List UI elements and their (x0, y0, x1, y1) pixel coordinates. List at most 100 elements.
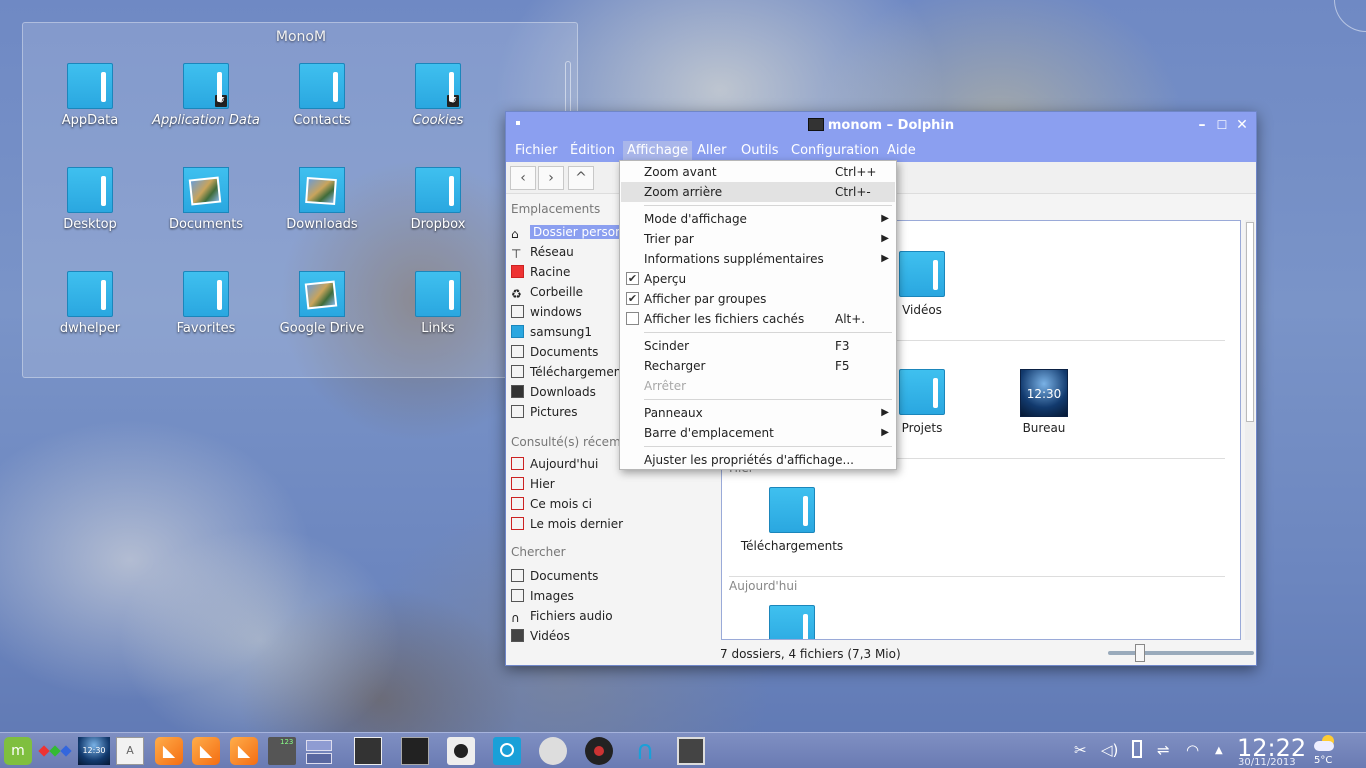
recent-last-month[interactable]: Le mois dernier (511, 517, 623, 531)
rss-feed-icon[interactable]: ◣ (155, 737, 183, 765)
file-item-partial[interactable] (732, 605, 852, 639)
clock-widget-icon[interactable]: 12:30 (78, 737, 110, 765)
window-titlebar[interactable]: monom – Dolphin – ☐ ✕ (506, 112, 1256, 140)
menu-item-zoom-avant[interactable]: Zoom avant Ctrl++ (621, 162, 895, 182)
place-windows[interactable]: windows (511, 305, 582, 319)
search-images[interactable]: Images (511, 589, 574, 603)
bureau-icon: 12:30 (1020, 369, 1068, 417)
monitor-task-icon[interactable] (677, 737, 705, 765)
affichage-menu: Zoom avant Ctrl++ Zoom arrière Ctrl+- Mode… (619, 160, 897, 470)
desktop-icon-cookies[interactable]: ↺ Cookies (383, 63, 493, 128)
browser-task-icon[interactable] (493, 737, 521, 765)
settings-task-icon[interactable] (539, 737, 567, 765)
menu-item-fichiers-caches[interactable]: Afficher les fichiers cachés Alt+. (621, 309, 895, 329)
desktop-pager-icon[interactable] (38, 737, 72, 765)
maximize-button[interactable]: ☐ (1214, 117, 1230, 133)
menu-item-zoom-arriere[interactable]: Zoom arrière Ctrl+- (621, 182, 895, 202)
file-view-scrollbar[interactable] (1245, 220, 1255, 640)
menu-item-scinder[interactable]: Scinder F3 (621, 336, 895, 356)
file-item-telechargements[interactable]: Téléchargements (732, 487, 852, 553)
menu-item-informations[interactable]: Informations supplémentaires ▶ (621, 249, 895, 269)
close-button[interactable]: ✕ (1234, 117, 1250, 133)
volume-icon[interactable]: ◁) (1101, 741, 1118, 759)
desktop-icon-appdata[interactable]: AppData (35, 63, 145, 128)
search-documents[interactable]: Documents (511, 569, 598, 583)
rss-feed-icon[interactable]: ◣ (192, 737, 220, 765)
folder-icon (899, 251, 945, 297)
up-button[interactable]: ^ (568, 166, 594, 190)
desktop-icon-dropbox[interactable]: Dropbox (383, 167, 493, 232)
folder-icon (183, 271, 229, 317)
checkbox-unchecked-icon[interactable] (626, 312, 639, 325)
battery-icon[interactable] (1132, 740, 1142, 758)
desktop-corner-toolbox[interactable] (1334, 0, 1366, 32)
menu-item-barre-emplacement[interactable]: Barre d'emplacement ▶ (621, 423, 895, 443)
dolphin-task-icon[interactable] (354, 737, 382, 765)
menu-item-mode-affichage[interactable]: Mode d'affichage ▶ (621, 209, 895, 229)
file-item-bureau[interactable]: 12:30 Bureau (984, 369, 1104, 435)
menu-item-afficher-groupes[interactable]: ✔ Afficher par groupes (621, 289, 895, 309)
search-audio[interactable]: ∩ Fichiers audio (511, 609, 613, 625)
checkbox-checked-icon[interactable]: ✔ (626, 272, 639, 285)
menu-edition[interactable]: Édition (570, 143, 615, 158)
desktop-icon-documents[interactable]: Documents (151, 167, 261, 232)
checkbox-checked-icon[interactable]: ✔ (626, 292, 639, 305)
menu-item-ajuster-proprietes[interactable]: Ajuster les propriétés d'affichage... (621, 450, 895, 470)
media-player-task-icon[interactable] (585, 737, 613, 765)
mint-menu-icon[interactable]: m (4, 737, 32, 765)
desktop-icon-dwhelper[interactable]: dwhelper (35, 271, 145, 336)
usb-icon[interactable]: ⇌ (1157, 741, 1170, 759)
desktop-icon-label: Contacts (293, 113, 351, 128)
desktop-icon-links[interactable]: Links (383, 271, 493, 336)
place-samsung1[interactable]: samsung1 (511, 325, 592, 339)
place-root[interactable]: Racine (511, 265, 570, 279)
menu-aller[interactable]: Aller (697, 143, 726, 158)
desktop-icon-google-drive[interactable]: Google Drive (267, 271, 377, 336)
place-pictures[interactable]: Pictures (511, 405, 578, 419)
window-switcher-icon[interactable] (305, 737, 333, 765)
folder-icon (415, 271, 461, 317)
folder-icon (67, 167, 113, 213)
desktop-icon-desktop[interactable]: Desktop (35, 167, 145, 232)
desktop-icon-contacts[interactable]: Contacts (267, 63, 377, 128)
scissors-icon[interactable]: ✂ (1074, 741, 1087, 759)
menu-item-trier-par[interactable]: Trier par ▶ (621, 229, 895, 249)
menu-item-apercu[interactable]: ✔ Aperçu (621, 269, 895, 289)
menu-aide[interactable]: Aide (887, 143, 916, 158)
document-icon (511, 345, 524, 358)
headphones-task-icon[interactable]: ∩ (631, 737, 659, 765)
zoom-slider-handle[interactable] (1135, 644, 1145, 662)
folder-icon (67, 271, 113, 317)
menu-outils[interactable]: Outils (741, 143, 779, 158)
recent-today[interactable]: Aujourd'hui (511, 457, 598, 471)
menu-item-panneaux[interactable]: Panneaux ▶ (621, 403, 895, 423)
recent-this-month[interactable]: Ce mois ci (511, 497, 592, 511)
menu-affichage[interactable]: Affichage (623, 141, 693, 161)
zoom-slider[interactable] (1108, 644, 1254, 662)
search-videos[interactable]: Vidéos (511, 629, 570, 643)
place-network[interactable]: ⊤ Réseau (511, 245, 574, 261)
back-button[interactable]: ‹ (510, 166, 536, 190)
recent-yesterday[interactable]: Hier (511, 477, 555, 491)
rss-feed-icon[interactable]: ◣ (230, 737, 258, 765)
camera-task-icon[interactable] (447, 737, 475, 765)
place-documents[interactable]: Documents (511, 345, 598, 359)
text-editor-icon[interactable]: A (116, 737, 144, 765)
calculator-icon[interactable]: 123 (268, 737, 296, 765)
desktop-icon-application-data[interactable]: ↺ Application Data (151, 63, 261, 128)
weather-cloud-sun-icon[interactable] (1314, 735, 1336, 753)
place-downloads[interactable]: Downloads (511, 385, 596, 399)
minimize-button[interactable]: – (1194, 117, 1210, 133)
desktop-icon-favorites[interactable]: Favorites (151, 271, 261, 336)
picture-icon (511, 589, 524, 602)
forward-button[interactable]: › (538, 166, 564, 190)
menu-item-recharger[interactable]: Recharger F5 (621, 356, 895, 376)
menu-configuration[interactable]: Configuration (791, 143, 879, 158)
place-telechargements[interactable]: Téléchargements (511, 365, 632, 379)
place-trash[interactable]: ♻ Corbeille (511, 285, 583, 301)
tray-expand-icon[interactable]: ▲ (1215, 745, 1223, 756)
desktop-icon-downloads[interactable]: Downloads (267, 167, 377, 232)
menu-fichier[interactable]: Fichier (515, 143, 558, 158)
wifi-icon[interactable]: ◠ (1186, 741, 1199, 759)
terminal-task-icon[interactable] (401, 737, 429, 765)
